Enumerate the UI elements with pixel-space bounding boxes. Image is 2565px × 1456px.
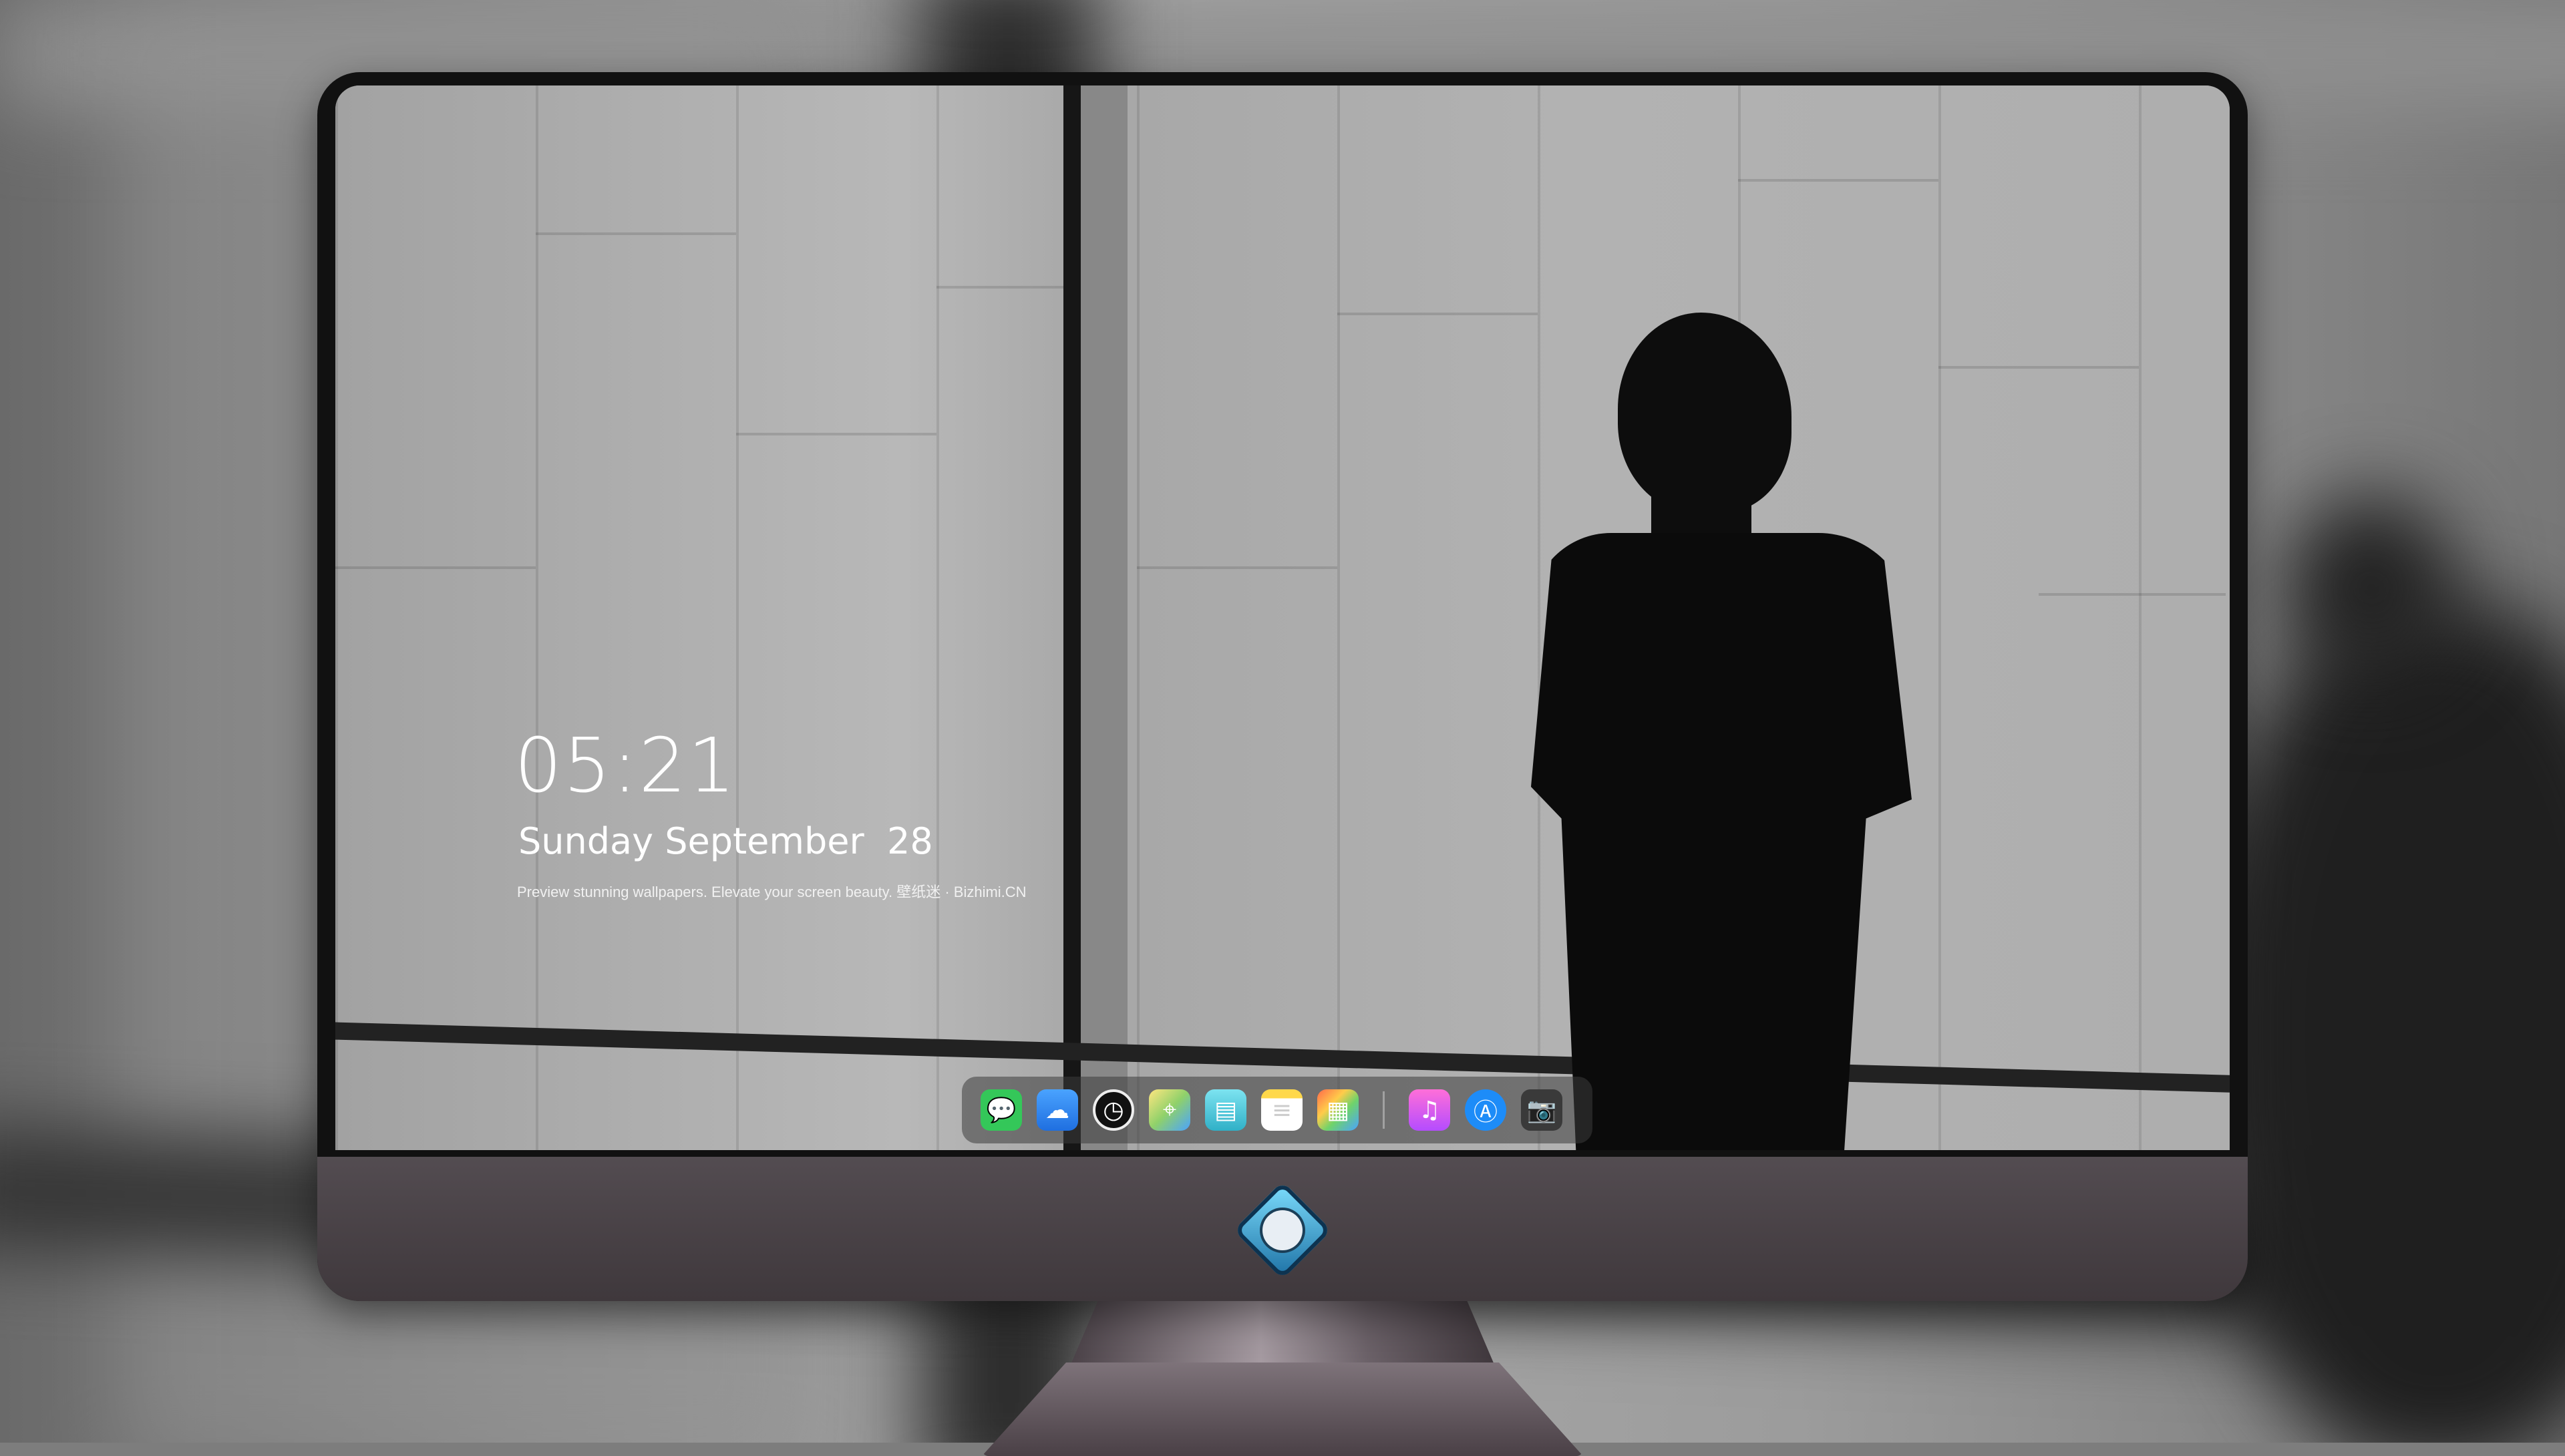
photos-icon[interactable]: ▦ [1317, 1089, 1359, 1131]
app-store-icon[interactable]: Ⓐ [1465, 1089, 1506, 1131]
weather-icon[interactable]: ☁ [1037, 1089, 1078, 1131]
camera-icon[interactable]: 📷 [1521, 1089, 1562, 1131]
wallpaper-tagline: Preview stunning wallpapers. Elevate you… [517, 884, 1027, 900]
window-frame-shadow [1081, 85, 1128, 1150]
wallpaper [335, 85, 2230, 1150]
window-frame [1063, 85, 1081, 1150]
monitor-stand-base [982, 1362, 1583, 1456]
clapperboard-icon[interactable]: ▤ [1205, 1089, 1246, 1131]
messages-icon[interactable]: 💬 [981, 1089, 1022, 1131]
brand-logo-mascot [1262, 1210, 1303, 1250]
monitor-stand-neck [1069, 1289, 1496, 1369]
person-silhouette [1531, 313, 1932, 1150]
dock-separator [1383, 1091, 1385, 1129]
lock-date: Sunday September 28 [518, 820, 933, 862]
maps-icon[interactable]: ⌖ [1149, 1089, 1190, 1131]
lock-time: 05:21 [514, 723, 737, 809]
music-icon[interactable]: ♫ [1409, 1089, 1450, 1131]
dock: 💬 ☁ ◷ ⌖ ▤ ≡ ▦ ♫ Ⓐ 📷 [962, 1077, 1592, 1143]
notes-icon[interactable]: ≡ [1261, 1089, 1303, 1131]
clock-icon[interactable]: ◷ [1093, 1089, 1134, 1131]
desktop-screen [335, 85, 2230, 1150]
